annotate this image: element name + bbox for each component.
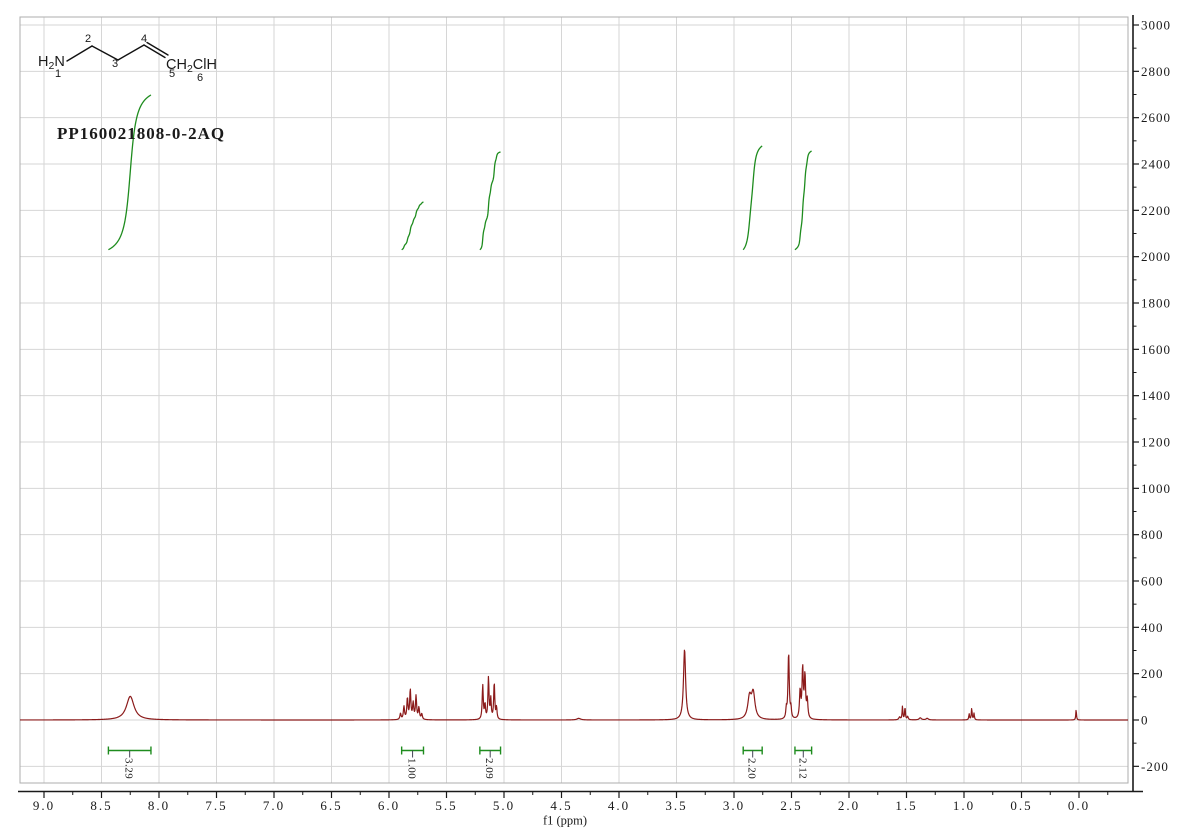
integral-value-label: 2.09 xyxy=(483,758,495,779)
atom-number-label: 2 xyxy=(85,33,91,45)
y-axis-tick-label: 1000 xyxy=(1141,481,1171,496)
integral-curves xyxy=(108,95,811,250)
y-axis-tick-label: 1800 xyxy=(1141,296,1171,311)
atom-number-label: 5 xyxy=(169,68,175,80)
y-axis-tick-label: -200 xyxy=(1141,759,1169,774)
x-axis-tick-label: 8.5 xyxy=(90,798,112,813)
y-axis-tick-label: 3000 xyxy=(1141,18,1171,33)
integral-curve xyxy=(480,152,501,250)
nmr-spectrum-plot[interactable]: 3.291.002.092.202.12 9.08.58.07.57.06.56… xyxy=(0,0,1203,832)
x-axis-tick-label: 0.0 xyxy=(1068,798,1090,813)
x-axis-tick-label: 8.0 xyxy=(148,798,170,813)
x-axis-tick-label: 6.0 xyxy=(378,798,400,813)
x-axis-tick-label: 4.5 xyxy=(550,798,572,813)
y-axis-tick-label: 1200 xyxy=(1141,435,1171,450)
x-axis-tick-label: 2.5 xyxy=(780,798,802,813)
y-axis-tick-label: 0 xyxy=(1141,713,1149,728)
y-axis-tick-label: 2600 xyxy=(1141,110,1171,125)
integral-value-label: 3.29 xyxy=(123,758,135,779)
atom-number-label: 4 xyxy=(141,33,147,45)
integral-value-label: 1.00 xyxy=(406,758,418,779)
x-axis-tick-label: 9.0 xyxy=(33,798,55,813)
y-axis-tick-label: 2000 xyxy=(1141,249,1171,264)
integral-brackets: 3.29 1.00 2.09 2.20 2.12 xyxy=(108,747,811,780)
sample-id-label: PP160021808-0-2AQ xyxy=(57,124,225,143)
x-axis-tick-label: 1.0 xyxy=(953,798,975,813)
y-axis-tick-label: 800 xyxy=(1141,527,1164,542)
x-axis: 9.0 8.5 8.0 7.5 7.0 6.5 6.0 5.5 5.0 4.5 4.0 3.5 3.0 2… xyxy=(18,792,1143,828)
atom-number-label: 3 xyxy=(112,58,118,70)
x-axis-tick-label: 7.0 xyxy=(263,798,285,813)
x-axis-tick-label: 0.5 xyxy=(1010,798,1032,813)
atom-number-label: 6 xyxy=(197,72,203,84)
molecule-structure: H2NCH2ClH123456 xyxy=(38,33,217,84)
y-axis-tick-label: 2200 xyxy=(1141,203,1171,218)
nmr-application-canvas: 3.291.002.092.202.12 9.08.58.07.57.06.56… xyxy=(0,0,1203,832)
y-axis-tick-label: 200 xyxy=(1141,666,1164,681)
x-axis-tick-label: 1.5 xyxy=(895,798,917,813)
integral-value-label: 2.12 xyxy=(796,758,808,779)
integral-value-label: 2.20 xyxy=(746,758,758,779)
integral-curve xyxy=(795,151,812,250)
y-axis-tick-label: 400 xyxy=(1141,620,1164,635)
integral-curve xyxy=(402,202,424,250)
integral-curve xyxy=(743,146,762,250)
y-axis: 3000280026002400220020001800160014001200… xyxy=(1133,15,1171,792)
x-axis-tick-label: 2.0 xyxy=(838,798,860,813)
y-axis-tick-label: 1600 xyxy=(1141,342,1171,357)
y-axis-tick-label: 1400 xyxy=(1141,388,1171,403)
x-axis-tick-label: 7.5 xyxy=(205,798,227,813)
spectrum-line xyxy=(20,650,1128,720)
x-axis-tick-label: 4.0 xyxy=(608,798,630,813)
x-axis-tick-label: 3.5 xyxy=(665,798,687,813)
x-axis-tick-label: 3.0 xyxy=(723,798,745,813)
y-axis-tick-label: 2400 xyxy=(1141,157,1171,172)
bond-line xyxy=(67,46,92,61)
x-axis-tick-label: 6.5 xyxy=(320,798,342,813)
atom-number-label: 1 xyxy=(55,68,61,80)
y-axis-tick-label: 2800 xyxy=(1141,64,1171,79)
x-axis-tick-label: 5.5 xyxy=(435,798,457,813)
integral-curve xyxy=(108,95,151,250)
x-axis-title: f1 (ppm) xyxy=(543,814,587,828)
spectrum-trace xyxy=(20,650,1128,720)
bond-line xyxy=(118,45,144,60)
y-axis-tick-label: 600 xyxy=(1141,574,1164,589)
x-axis-tick-label: 5.0 xyxy=(493,798,515,813)
